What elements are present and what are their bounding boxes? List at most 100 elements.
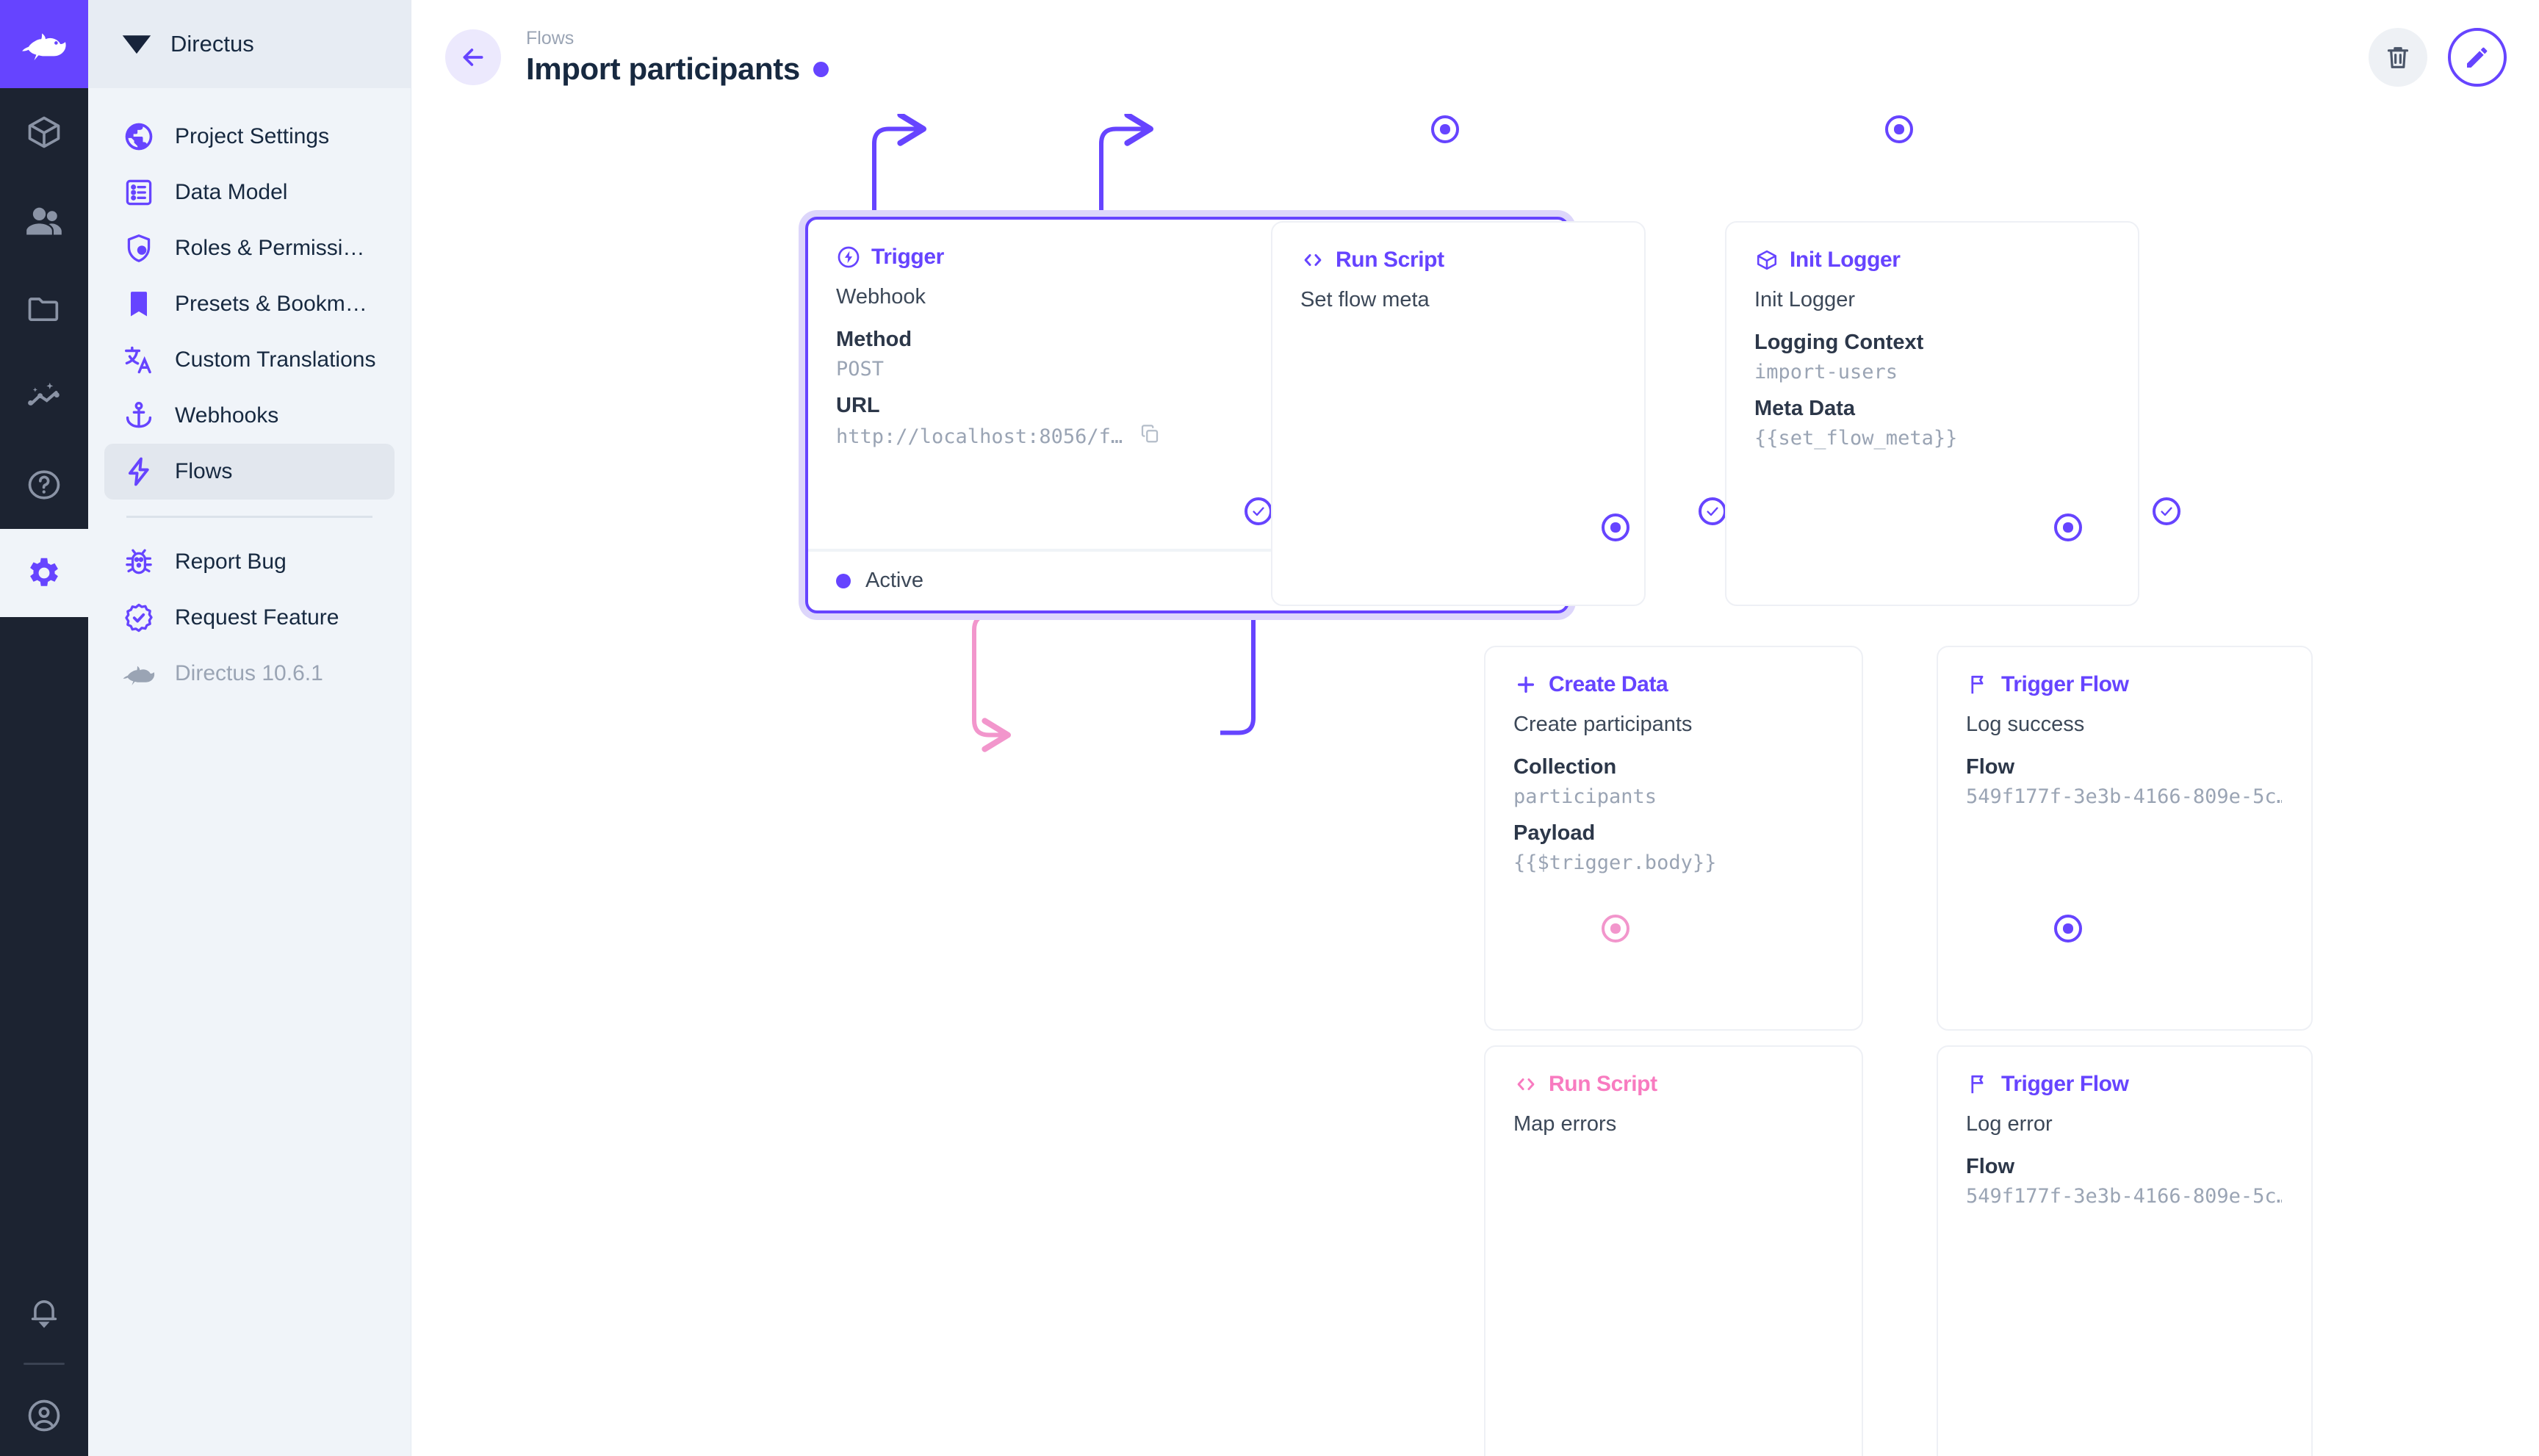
check-icon xyxy=(1704,503,1721,519)
project-name: Directus xyxy=(170,31,254,57)
node-header-label: Create Data xyxy=(1549,672,1668,697)
node-header: Run Script xyxy=(1272,223,1644,273)
node-body: Log error Flow 549f177f-3e3b-4166-809e-5… xyxy=(1938,1097,2311,1212)
page-actions xyxy=(2369,28,2507,87)
page-title: Import participants xyxy=(526,51,800,87)
rail-item-notifications[interactable] xyxy=(0,1272,88,1352)
edit-flow-button[interactable] xyxy=(2448,28,2507,87)
flow-node-run-script-errors[interactable]: Run Script Map errors xyxy=(1484,1045,1863,1456)
flow-node-trigger-flow-success[interactable]: Trigger Flow Log success Flow 549f177f-3… xyxy=(1937,646,2313,1031)
flow-node-create-data[interactable]: Create Data Create participants Collecti… xyxy=(1484,646,1863,1031)
node-body: Create participants Collection participa… xyxy=(1485,697,1862,879)
field-value-collection: participants xyxy=(1513,784,1829,812)
sidebar-item-project-settings[interactable]: Project Settings xyxy=(104,109,395,165)
settings-nav-list: Project Settings Data Model Roles & Perm… xyxy=(88,88,411,702)
bell-icon xyxy=(26,1294,62,1330)
directus-logo[interactable] xyxy=(0,0,88,88)
main-content: Flows Import participants xyxy=(411,0,2539,1456)
port-in-run-script-errors[interactable] xyxy=(1602,915,1629,943)
node-body: Log success Flow 549f177f-3e3b-4166-809e… xyxy=(1938,697,2311,812)
field-label-flow: Flow xyxy=(1966,753,2283,784)
rail-item-help[interactable] xyxy=(0,441,88,529)
node-body: Init Logger Logging Context import-users… xyxy=(1726,273,2138,455)
sidebar-item-label: Roles & Permissions xyxy=(175,236,377,261)
sidebar-item-report-bug[interactable]: Report Bug xyxy=(104,534,395,590)
field-value-meta-data: {{set_flow_meta}} xyxy=(1754,426,2070,455)
port-resolve-run-script-meta[interactable] xyxy=(1699,497,1726,525)
sidebar-item-roles-permissions[interactable]: Roles & Permissions xyxy=(104,220,395,276)
project-header[interactable]: Directus xyxy=(88,0,411,88)
page-header: Flows Import participants xyxy=(411,0,2539,114)
sidebar-item-custom-translations[interactable]: Custom Translations xyxy=(104,332,395,388)
flow-canvas[interactable]: Trigger Webhook Method POST URL http://l… xyxy=(411,114,2539,1456)
field-label-payload: Payload xyxy=(1513,820,1834,851)
sidebar-item-webhooks[interactable]: Webhooks xyxy=(104,388,395,444)
node-body: Map errors xyxy=(1485,1097,1862,1145)
node-header: Trigger Flow xyxy=(1938,1047,2311,1097)
sidebar-item-label: Request Feature xyxy=(175,605,339,630)
flow-node-init-logger[interactable]: Init Logger Init Logger Logging Context … xyxy=(1725,221,2139,606)
port-in-run-script-meta[interactable] xyxy=(1431,115,1459,143)
list-box-icon xyxy=(122,176,156,209)
field-value-logging-context: import-users xyxy=(1754,359,2070,388)
sidebar-item-request-feature[interactable]: Request Feature xyxy=(104,590,395,646)
plus-icon xyxy=(1513,672,1538,697)
cube-outline-icon xyxy=(1754,248,1779,273)
unsaved-changes-dot xyxy=(813,62,829,77)
back-button[interactable] xyxy=(445,29,501,85)
rail-item-files[interactable] xyxy=(0,264,88,353)
bookmark-icon xyxy=(122,287,156,321)
sidebar-item-label: Custom Translations xyxy=(175,347,375,372)
node-row-label: Log error xyxy=(1966,1110,2283,1145)
module-rail xyxy=(0,0,88,1456)
delete-icon xyxy=(2383,43,2413,72)
translate-icon xyxy=(122,343,156,377)
code-tags-icon xyxy=(1300,248,1325,273)
sidebar-divider xyxy=(126,516,372,518)
port-in-create-data[interactable] xyxy=(1602,513,1629,541)
copy-url-icon[interactable] xyxy=(1139,423,1161,453)
check-decagram-icon xyxy=(122,601,156,635)
node-header-label: Run Script xyxy=(1549,1072,1657,1097)
flow-node-run-script-meta[interactable]: Run Script Set flow meta xyxy=(1271,221,1646,606)
field-label-flow: Flow xyxy=(1966,1153,2283,1183)
node-header: Init Logger xyxy=(1726,223,2138,273)
field-value-flow: 549f177f-3e3b-4166-809e-5c… xyxy=(1966,784,2282,812)
directus-rabbit-logo-icon xyxy=(21,25,67,63)
flag-icon xyxy=(1966,1072,1991,1097)
help-circle-icon xyxy=(25,466,63,504)
breadcrumb[interactable]: Flows xyxy=(526,27,829,49)
sidebar-item-data-model[interactable]: Data Model xyxy=(104,165,395,220)
port-in-trigger-flow-success[interactable] xyxy=(2054,513,2082,541)
code-tags-icon xyxy=(1513,1072,1538,1097)
folder-icon xyxy=(25,289,63,328)
field-value-url: http://localhost:8056/f… xyxy=(836,423,1123,452)
bug-icon xyxy=(122,545,156,579)
insights-icon xyxy=(25,378,63,416)
rail-item-insights[interactable] xyxy=(0,353,88,441)
field-value-method: POST xyxy=(836,356,1152,385)
rail-item-users[interactable] xyxy=(0,176,88,264)
node-header-label: Trigger xyxy=(871,245,944,270)
rail-item-settings[interactable] xyxy=(0,529,88,617)
sidebar-item-label: Webhooks xyxy=(175,403,278,428)
port-resolve-trigger[interactable] xyxy=(1245,497,1272,525)
sidebar-item-label: Flows xyxy=(175,459,232,484)
node-header-label: Trigger Flow xyxy=(2001,1072,2129,1097)
field-value-flow: 549f177f-3e3b-4166-809e-5c… xyxy=(1966,1183,2282,1212)
port-in-init-logger[interactable] xyxy=(1885,115,1913,143)
flow-node-trigger-flow-error[interactable]: Trigger Flow Log error Flow 549f177f-3e3… xyxy=(1937,1045,2313,1456)
delete-flow-button[interactable] xyxy=(2369,28,2427,87)
node-header: Run Script xyxy=(1485,1047,1862,1097)
field-label-meta-data: Meta Data xyxy=(1754,395,2110,426)
node-body: Set flow meta xyxy=(1272,273,1644,321)
sidebar-item-flows[interactable]: Flows xyxy=(104,444,395,500)
rail-item-content[interactable] xyxy=(0,88,88,176)
status-dot xyxy=(836,574,851,588)
field-label-logging-context: Logging Context xyxy=(1754,328,2110,359)
status-badge: Active xyxy=(865,569,923,593)
port-resolve-init-logger[interactable] xyxy=(2153,497,2180,525)
rail-item-account[interactable] xyxy=(0,1375,88,1456)
sidebar-item-presets-bookmarks[interactable]: Presets & Bookmar... xyxy=(104,276,395,332)
port-in-trigger-flow-error[interactable] xyxy=(2054,915,2082,943)
